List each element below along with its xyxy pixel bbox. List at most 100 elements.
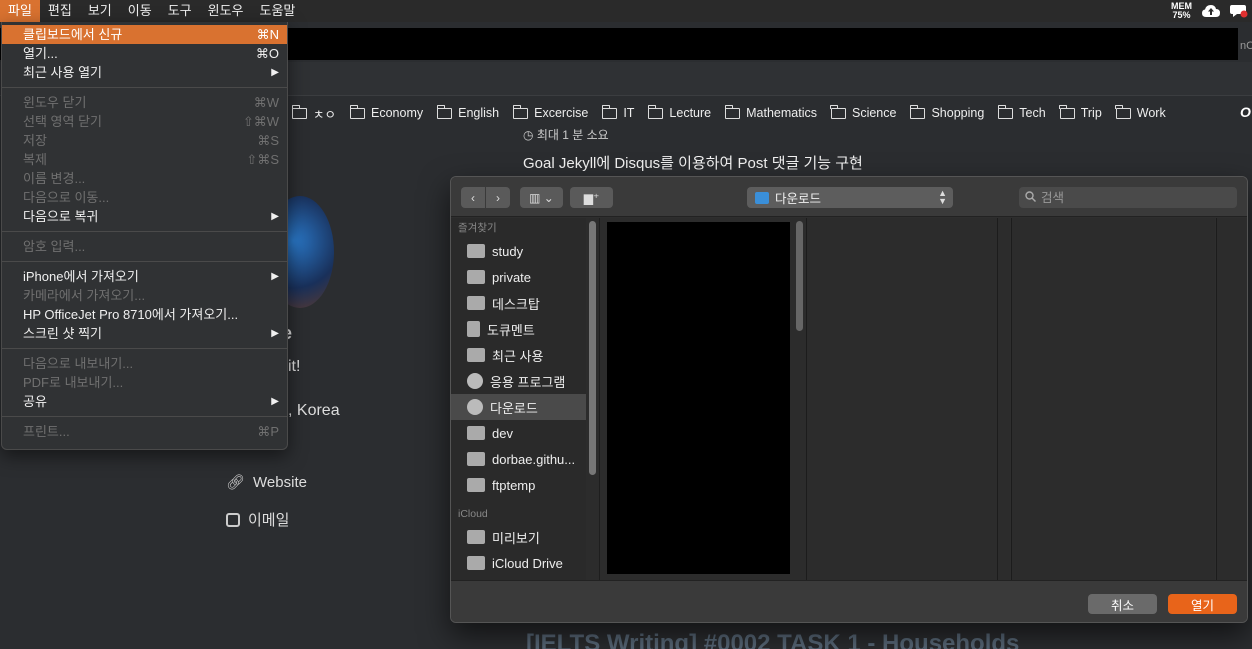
sidebar-item-label: dev	[492, 425, 513, 441]
sidebar-item[interactable]: 최근 사용	[451, 342, 586, 368]
menu-item-shortcut: ⌘W	[253, 95, 279, 110]
file-menu-item: 윈도우 닫기 ⌘W	[2, 93, 287, 112]
menu-item-label: 복제	[23, 152, 47, 167]
location-popup[interactable]: 다운로드 ▲ ▼	[747, 187, 953, 208]
cancel-button[interactable]: 취소	[1088, 594, 1157, 614]
menu-6[interactable]: 도움말	[252, 0, 304, 22]
open-button[interactable]: 열기	[1168, 594, 1237, 614]
sidebar-item-label: iCloud Drive	[492, 555, 563, 571]
file-menu-item[interactable]: 클립보드에서 신규 ⌘N	[2, 25, 287, 44]
email-link[interactable]: 이메일	[226, 509, 289, 530]
menu-item-shortcut: ⌘S	[257, 133, 279, 148]
sidebar-item-label: 데스크탑	[492, 296, 540, 312]
sidebar-item[interactable]: 도큐멘트	[451, 316, 586, 342]
file-menu-item[interactable]: 열기... ⌘O	[2, 44, 287, 63]
menu-5[interactable]: 윈도우	[200, 0, 252, 22]
menu-item-shortcut: ⇧⌘W	[242, 114, 279, 129]
website-link[interactable]: 🔗︎ Website	[226, 473, 307, 492]
sidebar-item[interactable]: dev	[451, 420, 586, 446]
menu-bar: 파일 편집 보기 이동 도구 윈도우 도움말	[0, 0, 1252, 22]
sidebar-item[interactable]: private	[451, 264, 586, 290]
menu-item-label: 윈도우 닫기	[23, 95, 87, 110]
menu-item-label: 스크린 샷 찍기	[23, 326, 102, 341]
sidebar-item[interactable]: dorbae.githu...	[451, 446, 586, 472]
sidebar-item[interactable]: 응용 프로그램	[451, 368, 586, 394]
column-4	[1217, 218, 1247, 580]
file-menu-item[interactable]: iPhone에서 가져오기 ▶	[2, 267, 287, 286]
sidebar-item[interactable]: study	[451, 238, 586, 264]
sidebar-item[interactable]: ftptemp	[451, 472, 586, 498]
menu-3[interactable]: 이동	[120, 0, 160, 22]
bookmark-folder[interactable]: Mathematics	[724, 104, 817, 120]
bookmark-folder[interactable]: IT	[601, 104, 635, 120]
search-field[interactable]	[1019, 187, 1237, 208]
bookmark-folder[interactable]: Trip	[1059, 104, 1102, 120]
bookmark-folder[interactable]: Work	[1115, 104, 1166, 120]
post-title-partial[interactable]: [IELTS Writing] #0002 TASK 1 - Household…	[526, 630, 1019, 649]
file-menu-item[interactable]: 최근 사용 열기 ▶	[2, 63, 287, 82]
file-menu-item[interactable]: HP OfficeJet Pro 8710에서 가져오기...	[2, 305, 287, 324]
menu-item-label: 암호 입력...	[23, 239, 86, 254]
bookmark-folder[interactable]: Shopping	[909, 104, 984, 120]
folder-icon	[467, 478, 485, 492]
bookmarks-overflow[interactable]: O	[1240, 104, 1251, 120]
sidebar-item[interactable]: iCloud Drive	[451, 550, 586, 576]
author-location-fragment: , Korea	[288, 402, 340, 419]
sidebar-item[interactable]: 데스크탑	[451, 290, 586, 316]
bookmark-label: IT	[623, 106, 635, 120]
file-menu-item[interactable]: 공유 ▶	[2, 392, 287, 411]
menu-item-label: 공유	[23, 394, 47, 409]
menu-1[interactable]: 편집	[40, 0, 80, 22]
bookmark-folder[interactable]: Tech	[997, 104, 1046, 120]
folder-icon	[467, 270, 485, 284]
sidebar-item[interactable]: 미리보기	[451, 524, 586, 550]
cloud-upload-icon[interactable]	[1202, 4, 1220, 18]
file-menu-item[interactable]: 다음으로 복귀 ▶	[2, 207, 287, 226]
new-folder-button[interactable]: ▆⁺	[570, 187, 613, 208]
memory-value: 75%	[1172, 10, 1191, 20]
menu-0[interactable]: 파일	[0, 0, 40, 22]
column-1-content[interactable]	[607, 222, 790, 574]
menu-2[interactable]: 보기	[80, 0, 120, 22]
file-menu-item: 다음으로 이동...	[2, 188, 287, 207]
search-input[interactable]	[1041, 190, 1221, 205]
location-label: 다운로드	[775, 192, 822, 206]
bookmark-folder[interactable]: Excercise	[512, 104, 589, 120]
menu-4[interactable]: 도구	[160, 0, 200, 22]
bookmark-folder[interactable]: English	[436, 104, 499, 120]
menu-item-label: 저장	[23, 133, 47, 148]
menu-item-label: 다음으로 내보내기...	[23, 356, 134, 371]
bookmark-label: Work	[1136, 106, 1166, 120]
file-menu-item[interactable]: 스크린 샷 찍기 ▶	[2, 324, 287, 343]
chat-notification-icon[interactable]	[1230, 4, 1248, 18]
view-mode-button[interactable]: ▥ ⌄	[520, 187, 563, 208]
back-button[interactable]: ‹	[461, 187, 485, 208]
forward-button[interactable]: ›	[486, 187, 510, 208]
folder-icon	[724, 104, 741, 119]
sidebar-section-icloud: iCloud	[458, 508, 488, 520]
memory-indicator[interactable]: MEM 75%	[1171, 2, 1192, 20]
bookmark-folder[interactable]: ㅊㅇ	[291, 104, 337, 123]
submenu-arrow-icon: ▶	[271, 328, 279, 339]
folder-icon	[647, 104, 664, 119]
bookmark-folder[interactable]: Science	[830, 104, 897, 120]
document-icon	[467, 321, 480, 337]
folder-icon	[436, 104, 453, 119]
post-title-link[interactable]: Goal Jekyll에 Disqus를 이용하여 Post 댓글 기능 구현	[523, 152, 863, 173]
status-area: MEM 75%	[1171, 0, 1252, 22]
sidebar-item[interactable]: 다운로드	[451, 394, 586, 420]
preview-app-icon	[467, 530, 485, 544]
bookmark-label: Science	[851, 106, 897, 120]
bookmark-label: Excercise	[534, 106, 589, 120]
bookmark-label: ㅊㅇ	[313, 107, 337, 122]
new-folder-icon: ▆⁺	[583, 190, 600, 205]
folder-icon	[830, 104, 846, 119]
sidebar-item-label: 다운로드	[490, 400, 538, 416]
file-menu-item: 저장 ⌘S	[2, 131, 287, 150]
bookmark-folder[interactable]: Lecture	[647, 104, 711, 120]
folder-icon	[467, 244, 485, 258]
file-menu-item: 카메라에서 가져오기...	[2, 286, 287, 305]
bookmark-folder[interactable]: Economy	[349, 104, 423, 120]
column-1-scrollbar[interactable]	[796, 221, 803, 331]
sidebar-scrollbar[interactable]	[589, 221, 596, 475]
